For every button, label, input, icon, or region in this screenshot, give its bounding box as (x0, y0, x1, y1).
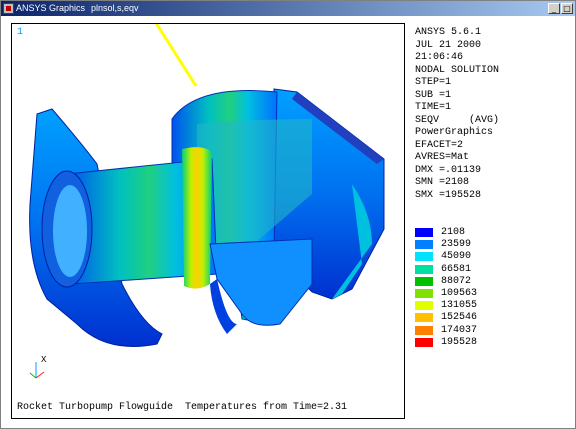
tube-opening-inner (53, 185, 87, 277)
info-line: ANSYS 5.6.1 (415, 27, 482, 38)
legend-value: 174037 (441, 324, 478, 336)
info-line: SEQV (AVG) (415, 114, 500, 126)
info-line: 21:06:46 (415, 52, 464, 63)
axis-triad-z (35, 371, 45, 379)
info-line: SUB =1 (415, 89, 452, 101)
info-line: JUL 21 2000 (415, 39, 482, 51)
axis-triad-label: X (41, 355, 47, 365)
high-stress-band (182, 147, 212, 289)
ansys-graphics-window: ANSYS Graphics plnsol,s,eqv _ □ 1 Rocket … (0, 0, 576, 429)
pointer-line (154, 24, 198, 87)
legend-swatch (415, 240, 433, 250)
legend-swatch (415, 276, 433, 286)
window-title: ANSYS Graphics plnsol,s,eqv (16, 2, 139, 15)
maximize-button[interactable]: □ (561, 3, 573, 14)
info-line: TIME=1 (415, 102, 452, 113)
legend-value: 152546 (441, 312, 478, 324)
legend-value: 45090 (441, 251, 472, 263)
window-title-app: ANSYS Graphics (16, 3, 86, 13)
minimize-button[interactable]: _ (548, 3, 560, 14)
info-line: STEP=1 (415, 77, 452, 88)
window-title-command: plnsol,s,eqv (91, 3, 139, 13)
legend-value: 2108 (441, 227, 466, 238)
legend-swatch (415, 288, 433, 298)
legend-value: 131055 (441, 300, 478, 312)
info-line: PowerGraphics (415, 127, 494, 138)
legend-value: 66581 (441, 263, 472, 275)
legend-value: 109563 (441, 287, 478, 299)
info-line: DMX =.01139 (415, 164, 482, 176)
axis-triad-x (29, 372, 37, 379)
legend-swatch (415, 228, 433, 237)
legend-swatch (415, 301, 433, 311)
legend-swatch (415, 337, 433, 347)
legend-value: 195528 (441, 336, 478, 348)
legend-swatch (415, 325, 433, 335)
solution-info-panel: ANSYS 5.6.1 JUL 21 2000 21:06:46 NODAL S… (415, 27, 499, 202)
info-line: NODAL SOLUTION (415, 64, 500, 76)
ansys-app-icon[interactable] (3, 3, 14, 14)
stress-contour-model: X (29, 24, 385, 379)
info-line: SMX =195528 (415, 189, 482, 201)
legend-value: 23599 (441, 239, 472, 251)
legend-swatch (415, 252, 433, 262)
info-line: SMN =2108 (415, 177, 470, 188)
legend-swatch (415, 264, 433, 274)
title-bar[interactable]: ANSYS Graphics plnsol,s,eqv _ □ (1, 1, 575, 16)
info-line: EFACET=2 (415, 139, 464, 151)
legend-value: 88072 (441, 275, 472, 287)
info-line: AVRES=Mat (415, 152, 470, 163)
legend-swatch (415, 313, 433, 323)
